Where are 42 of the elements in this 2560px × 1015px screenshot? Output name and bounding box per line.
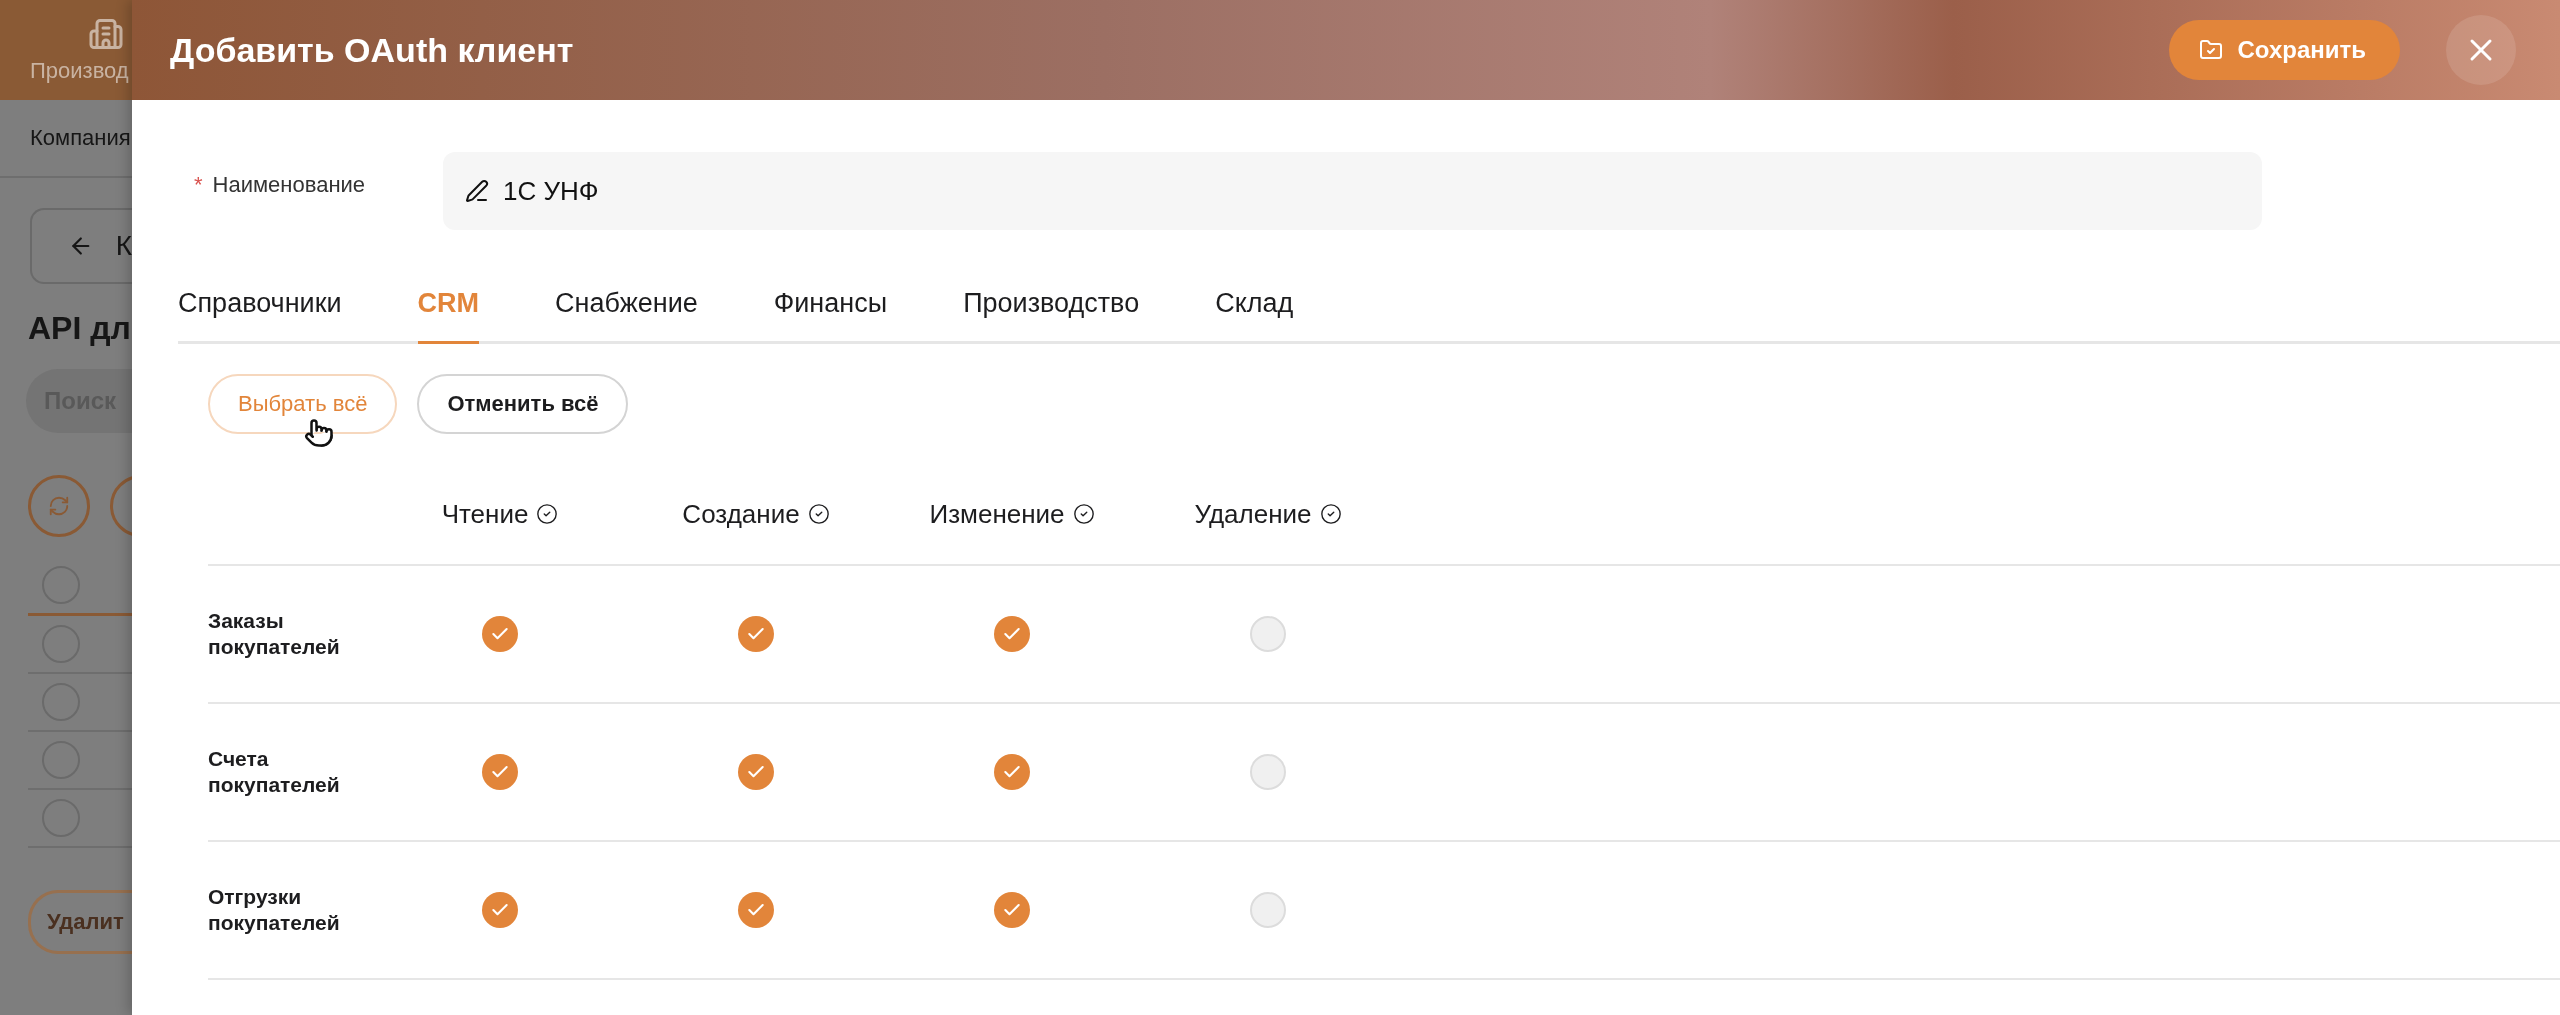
save-button[interactable]: Сохранить [2169, 20, 2400, 80]
drawer-title: Добавить OAuth клиент [170, 30, 575, 70]
check-circle-icon[interactable] [1319, 503, 1342, 525]
building-icon [88, 16, 124, 52]
back-label: К [115, 230, 132, 262]
folder-check-icon [2199, 38, 2224, 62]
row-label: Заказы покупателей [208, 607, 341, 660]
tab[interactable]: Склад [1215, 288, 1294, 344]
breadcrumb[interactable]: Компания [30, 125, 131, 151]
select-all-button[interactable]: Выбрать всё [208, 374, 398, 434]
tab[interactable]: CRM [417, 288, 480, 344]
field-label: Наименование [212, 172, 366, 197]
checkbox[interactable] [482, 754, 518, 790]
checkbox[interactable] [994, 754, 1030, 790]
page-heading: API дл [28, 310, 132, 347]
check-circle-icon[interactable] [536, 503, 559, 525]
refresh-icon [48, 495, 70, 517]
tab[interactable]: Справочники [178, 288, 342, 344]
hand-cursor-icon [304, 418, 334, 448]
check-circle-icon[interactable] [1072, 503, 1095, 525]
pencil-icon [465, 179, 489, 203]
tab[interactable]: Снабжение [555, 288, 698, 344]
column-header: Удаление [1194, 498, 1312, 530]
tab[interactable]: Производство [963, 288, 1140, 344]
column-header: Изменение [929, 498, 1065, 530]
refresh-button[interactable] [28, 475, 90, 537]
column-header: Создание [682, 498, 800, 530]
checkbox[interactable] [738, 616, 774, 652]
row-label: Счета покупателей [208, 745, 341, 798]
checkbox[interactable] [994, 616, 1030, 652]
checkbox[interactable] [482, 892, 518, 928]
column-header: Чтение [441, 498, 529, 530]
checkbox[interactable] [738, 892, 774, 928]
name-field[interactable]: 1С УНФ [443, 152, 2262, 230]
row-label: Отгрузки покупателей [208, 883, 341, 936]
checkbox[interactable] [738, 754, 774, 790]
required-mark: * [194, 172, 203, 197]
checkbox[interactable] [482, 616, 518, 652]
checkbox[interactable] [994, 892, 1030, 928]
check-circle-icon[interactable] [807, 503, 830, 525]
clear-all-button[interactable]: Отменить всё [417, 374, 629, 434]
tab[interactable]: Финансы [773, 288, 888, 344]
